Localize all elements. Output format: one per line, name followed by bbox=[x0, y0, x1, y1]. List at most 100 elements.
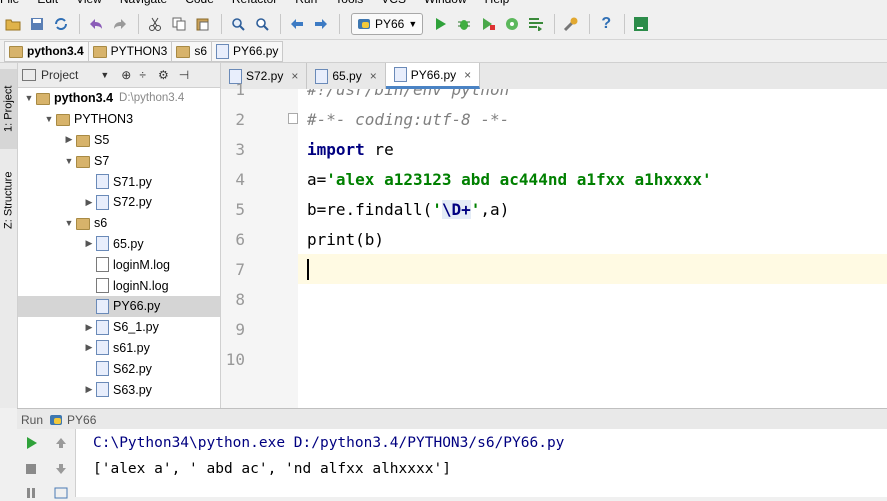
log-file-icon bbox=[96, 278, 109, 294]
debug-icon[interactable] bbox=[453, 13, 475, 35]
stop-icon[interactable] bbox=[23, 461, 39, 477]
tree-item[interactable]: ▶ s61.py bbox=[18, 338, 220, 359]
editor-gutter: 1 2 3 4 5 6 7 8 9 10 bbox=[221, 80, 299, 408]
tree-item[interactable]: ▼ S7 bbox=[18, 150, 220, 171]
gear-icon[interactable]: ⚙ bbox=[158, 68, 169, 82]
profile-icon[interactable] bbox=[501, 13, 523, 35]
tree-item[interactable]: ▼ PYTHON3 bbox=[18, 109, 220, 130]
tree-item[interactable]: ▼ python3.4 D:\python3.4 bbox=[18, 88, 220, 109]
breadcrumb-item-s6[interactable]: s6 bbox=[172, 40, 213, 62]
run-icon[interactable] bbox=[429, 13, 451, 35]
collapse-arrow-icon[interactable]: ▶ bbox=[82, 322, 96, 333]
back-arrow-icon[interactable] bbox=[286, 13, 308, 35]
expand-arrow-icon[interactable]: ▼ bbox=[42, 114, 56, 124]
forward-arrow-icon[interactable] bbox=[310, 13, 332, 35]
menu-item-edit[interactable]: Edit bbox=[37, 0, 58, 6]
tree-item[interactable]: ▶ 65.py bbox=[18, 234, 220, 255]
project-panel-header: Project ▼ ⊕ ÷ ⚙ ⊣ bbox=[18, 63, 220, 88]
tree-item-label: python3.4 bbox=[54, 91, 114, 106]
python-file-icon bbox=[216, 43, 230, 59]
run-coverage-icon[interactable] bbox=[477, 13, 499, 35]
search-icon[interactable] bbox=[227, 13, 249, 35]
expand-arrow-icon[interactable]: ▼ bbox=[22, 93, 36, 103]
undo-icon[interactable] bbox=[85, 13, 107, 35]
pause-icon[interactable] bbox=[23, 485, 39, 501]
sync-icon[interactable] bbox=[50, 13, 72, 35]
python-file-icon bbox=[96, 298, 109, 314]
chevron-down-icon[interactable]: ▼ bbox=[100, 70, 109, 80]
tree-item[interactable]: ▼ s6 bbox=[18, 213, 220, 234]
menu-item-refactor[interactable]: Refactor bbox=[232, 0, 277, 6]
scroll-down-icon[interactable] bbox=[53, 461, 69, 477]
line-number: 10 bbox=[225, 350, 245, 369]
toolbar-separator bbox=[138, 13, 139, 34]
close-icon[interactable]: × bbox=[464, 68, 471, 82]
collapse-arrow-icon[interactable]: ▶ bbox=[82, 197, 96, 208]
project-tool-tab[interactable]: 1: Project bbox=[0, 69, 17, 149]
collapse-all-icon[interactable]: ÷ bbox=[139, 68, 146, 82]
menu-item-run[interactable]: Run bbox=[295, 0, 317, 6]
editor-tab[interactable]: PY66.py × bbox=[385, 63, 481, 89]
tree-item[interactable]: S62.py bbox=[18, 358, 220, 379]
pycharm-icon[interactable] bbox=[630, 13, 652, 35]
structure-tool-tab[interactable]: Z: Structure bbox=[0, 157, 17, 243]
tree-item[interactable]: S71.py bbox=[18, 171, 220, 192]
folder-icon bbox=[76, 218, 90, 231]
help-icon[interactable]: ? bbox=[595, 13, 617, 35]
paste-icon[interactable] bbox=[192, 13, 214, 35]
run-console[interactable]: C:\Python34\python.exe D:/python3.4/PYTH… bbox=[76, 429, 887, 497]
collapse-arrow-icon[interactable]: ▶ bbox=[82, 238, 96, 249]
code-editor[interactable]: #!/usr/bin/env python #-*- coding:utf-8 … bbox=[298, 89, 887, 408]
run-configuration-label: PY66 bbox=[375, 16, 405, 31]
python-icon bbox=[50, 414, 63, 425]
redo-icon[interactable] bbox=[109, 13, 131, 35]
scroll-up-icon[interactable] bbox=[53, 435, 69, 451]
menu-item-code[interactable]: Code bbox=[185, 0, 214, 6]
scroll-from-source-icon[interactable]: ⊕ bbox=[121, 68, 131, 82]
menu-item-help[interactable]: Help bbox=[485, 0, 510, 6]
open-folder-icon[interactable] bbox=[2, 13, 24, 35]
line-number: 3 bbox=[235, 140, 245, 159]
tree-item[interactable]: ▶ S5 bbox=[18, 130, 220, 151]
python-file-icon bbox=[96, 319, 109, 335]
expand-arrow-icon[interactable]: ▼ bbox=[62, 156, 76, 166]
tree-item[interactable]: loginM.log bbox=[18, 254, 220, 275]
project-view-select[interactable]: Project bbox=[41, 68, 78, 82]
tree-item[interactable]: loginN.log bbox=[18, 275, 220, 296]
tree-item[interactable]: ▶ S63.py bbox=[18, 379, 220, 400]
collapse-arrow-icon[interactable]: ▶ bbox=[82, 342, 96, 353]
menu-item-window[interactable]: Window bbox=[424, 0, 467, 6]
copy-icon[interactable] bbox=[168, 13, 190, 35]
replace-icon[interactable] bbox=[251, 13, 273, 35]
run-configuration-select[interactable]: PY66 ▼ bbox=[351, 12, 424, 35]
menu-item-view[interactable]: View bbox=[76, 0, 102, 6]
expand-arrow-icon[interactable]: ▼ bbox=[62, 218, 76, 228]
menu-item-tools[interactable]: Tools bbox=[335, 0, 363, 6]
code-line-5: b=re.findall('\D+',a) bbox=[307, 200, 510, 219]
tree-item[interactable]: ▶ S72.py bbox=[18, 192, 220, 213]
menu-item-navigate[interactable]: Navigate bbox=[120, 0, 167, 6]
hide-panel-icon[interactable]: ⊣ bbox=[179, 68, 189, 82]
tree-item[interactable]: PY66.py bbox=[18, 295, 220, 317]
rerun-icon[interactable] bbox=[23, 435, 39, 451]
settings-wrench-icon[interactable] bbox=[560, 13, 582, 35]
close-icon[interactable]: × bbox=[370, 69, 377, 83]
folder-icon bbox=[76, 155, 90, 168]
tree-item[interactable]: ▶ S6_1.py bbox=[18, 317, 220, 338]
soft-wrap-icon[interactable] bbox=[53, 485, 69, 501]
editor-tab[interactable]: 65.py × bbox=[307, 63, 386, 89]
breadcrumb-item-python3[interactable]: PYTHON3 bbox=[88, 40, 173, 62]
collapse-arrow-icon[interactable]: ▶ bbox=[62, 134, 76, 145]
line-number: 5 bbox=[235, 200, 245, 219]
collapse-arrow-icon[interactable]: ▶ bbox=[82, 384, 96, 395]
close-icon[interactable]: × bbox=[291, 69, 298, 83]
breadcrumb-item-python34[interactable]: python3.4 bbox=[4, 40, 89, 62]
cut-icon[interactable] bbox=[144, 13, 166, 35]
fold-marker-icon[interactable] bbox=[288, 113, 298, 124]
menu-item-vcs[interactable]: VCS bbox=[381, 0, 406, 6]
save-icon[interactable] bbox=[26, 13, 48, 35]
breadcrumb-item-py66[interactable]: PY66.py bbox=[212, 40, 284, 62]
concurrency-icon[interactable] bbox=[525, 13, 547, 35]
menu-item-file[interactable]: File bbox=[0, 0, 19, 6]
log-file-icon bbox=[96, 257, 109, 273]
